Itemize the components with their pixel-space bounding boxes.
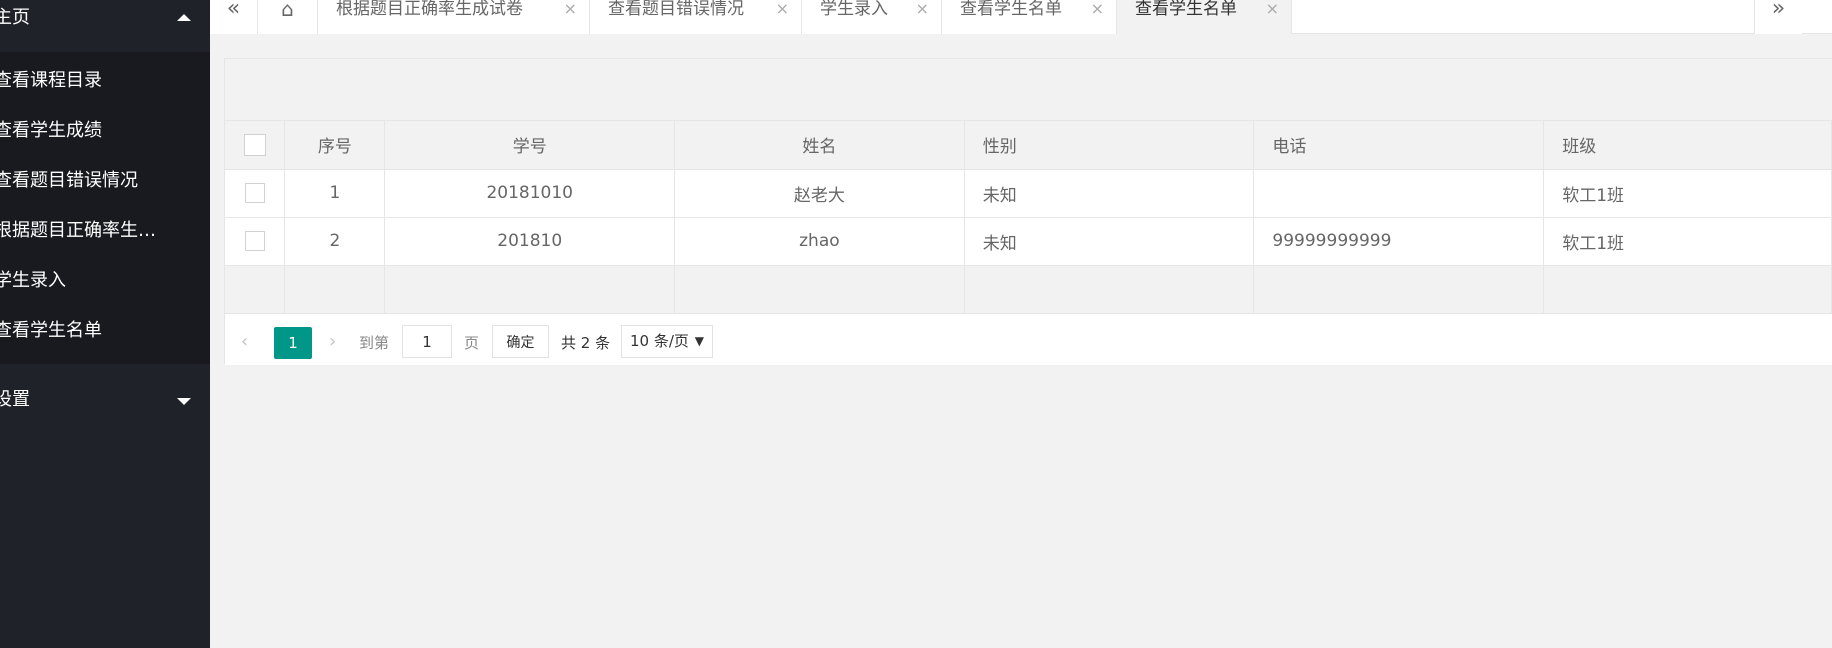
nav-group-settings[interactable]: 设置 [0,378,210,428]
table-row[interactable]: 2 201810 zhao 未知 99999999999 软工1班 [225,217,1832,266]
tab-label: 根据题目正确率生成试卷 [336,0,523,19]
tab-label: 学生录入 [820,0,888,19]
row-select-cell[interactable] [225,169,286,218]
sidebar-item-student-scores[interactable]: 查看学生成绩 [0,106,210,156]
close-icon[interactable]: × [916,0,929,18]
row-checkbox[interactable] [244,183,265,203]
tab-student-list-active[interactable]: 查看学生名单 × [1117,0,1292,34]
total-count: 共 2 条 [561,334,611,352]
cell-no: 1 [284,169,386,218]
table-row[interactable]: 1 20181010 赵老大 未知 软工1班 [225,169,1832,218]
chevron-down-icon: ▼ [694,334,704,348]
sidebar-item-generate-paper[interactable]: 根据题目正确率生成试卷 [0,206,210,256]
empty-cell [284,265,386,314]
row-checkbox[interactable] [244,231,265,251]
cell-student-id: 20181010 [384,169,676,218]
tab-question-errors[interactable]: 查看题目错误情况 × [590,0,802,34]
page-jump-input[interactable] [402,325,452,358]
empty-cell [225,265,286,314]
double-chevron-right-icon: » [1771,0,1786,21]
home-icon: ⌂ [281,0,294,21]
nav-submenu: 查看课程目录 查看学生成绩 查看题目错误情况 根据题目正确率生成试卷 学生录入 … [0,52,210,364]
tab-student-entry[interactable]: 学生录入 × [802,0,942,34]
tab-home[interactable]: ⌂ [258,0,318,34]
cell-name: zhao [674,217,965,266]
caret-down-icon [177,398,191,405]
tab-scroll-left-button[interactable]: « [210,0,258,34]
student-table: 序号 学号 姓名 性别 电话 班级 1 20181010 赵老大 未知 软工1班… [225,121,1832,314]
pagination: ‹ 1 › 到第 页 确定 共 2 条 10 条/页 ▼ [225,315,1832,365]
page-current[interactable]: 1 [274,327,312,359]
tab-bar: « ⌂ 根据题目正确率生成试卷 × 查看题目错误情况 × 学生录入 × 查看学生… [210,0,1832,34]
empty-cell [964,265,1255,314]
cell-phone: 99999999999 [1253,217,1545,266]
tab-scroll-right-button[interactable]: » [1754,0,1802,34]
column-header-student-id[interactable]: 学号 [384,121,676,170]
empty-cell [384,265,676,314]
tab-label: 查看题目错误情况 [608,0,744,19]
student-list-panel: 序号 学号 姓名 性别 电话 班级 1 20181010 赵老大 未知 软工1班… [224,58,1832,365]
nav-group-home-label: 主页 [0,7,30,28]
sidebar-item-label: 学生录入 [0,270,66,291]
close-icon[interactable]: × [1091,0,1104,18]
page-size-value: 10 条/页 [630,332,689,350]
close-icon[interactable]: × [564,0,577,18]
table-header-row: 序号 学号 姓名 性别 电话 班级 [225,121,1832,170]
sidebar-item-label: 查看课程目录 [0,70,102,91]
tab-label: 查看学生名单 [1135,0,1237,19]
empty-cell [674,265,965,314]
sidebar-item-student-list[interactable]: 查看学生名单 [0,306,210,356]
select-all-checkbox[interactable] [243,133,266,156]
tab-label: 查看学生名单 [960,0,1062,19]
cell-gender: 未知 [964,217,1255,266]
chevron-left-icon[interactable]: ‹ [241,331,248,352]
close-icon[interactable]: × [1266,0,1279,18]
cell-student-id: 201810 [384,217,676,266]
cell-gender: 未知 [964,169,1255,218]
sidebar-item-label: 查看学生名单 [0,320,102,341]
sidebar-item-label: 查看题目错误情况 [0,170,138,191]
column-header-phone[interactable]: 电话 [1253,121,1545,170]
page-unit-label: 页 [464,334,480,352]
chevron-right-icon[interactable]: › [329,331,336,352]
column-header-gender[interactable]: 性别 [964,121,1255,170]
tab-student-list[interactable]: 查看学生名单 × [942,0,1117,34]
cell-class: 软工1班 [1543,169,1832,218]
double-chevron-left-icon: « [226,0,241,21]
caret-up-icon [177,14,191,21]
table-toolbar [225,59,1832,121]
empty-cell [1253,265,1545,314]
column-header-no[interactable]: 序号 [284,121,386,170]
sidebar-item-student-entry[interactable]: 学生录入 [0,256,210,306]
goto-label: 到第 [359,334,390,352]
cell-phone [1253,169,1545,218]
cell-no: 2 [284,217,386,266]
sidebar: 主页 查看课程目录 查看学生成绩 查看题目错误情况 根据题目正确率生成试卷 学生… [0,0,210,648]
column-header-name[interactable]: 姓名 [674,121,965,170]
sidebar-item-question-errors[interactable]: 查看题目错误情况 [0,156,210,206]
cell-name: 赵老大 [674,169,965,218]
empty-cell [1543,265,1832,314]
nav-group-home[interactable]: 主页 [0,0,210,52]
table-total-row [225,265,1832,314]
sidebar-item-label: 根据题目正确率生成试卷 [0,220,170,241]
page-size-select[interactable]: 10 条/页 ▼ [621,325,713,358]
nav-group-settings-label: 设置 [0,389,30,410]
tab-generate-paper[interactable]: 根据题目正确率生成试卷 × [318,0,590,34]
cell-class: 软工1班 [1543,217,1832,266]
sidebar-item-label: 查看学生成绩 [0,120,102,141]
page-jump-confirm-button[interactable]: 确定 [492,325,549,358]
select-all-cell[interactable] [225,121,286,170]
row-select-cell[interactable] [225,217,286,266]
column-header-class[interactable]: 班级 [1543,121,1832,170]
sidebar-item-course-catalog[interactable]: 查看课程目录 [0,56,210,106]
close-icon[interactable]: × [776,0,789,18]
